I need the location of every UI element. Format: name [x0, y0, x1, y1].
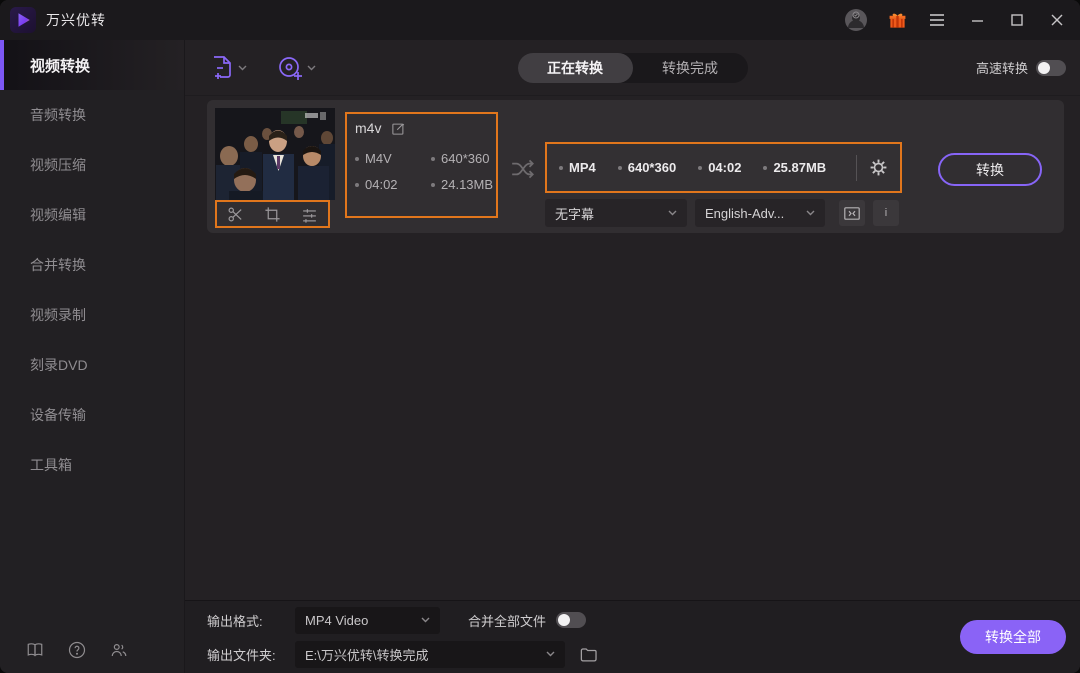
sidebar-item-audio-convert[interactable]: 音频转换 — [0, 90, 184, 140]
edit-tools-bar — [215, 200, 330, 228]
sidebar-item-video-edit[interactable]: 视频编辑 — [0, 190, 184, 240]
convert-button[interactable]: 转换 — [938, 153, 1042, 186]
file-card: m4v M4V 640*360 04:02 24.13MB MP4 640*36… — [207, 100, 1064, 233]
close-button[interactable] — [1046, 9, 1068, 31]
toolbar: 正在转换 转换完成 高速转换 — [185, 40, 1080, 96]
sidebar-item-label: 设备传输 — [30, 407, 86, 423]
source-info-panel: m4v M4V 640*360 04:02 24.13MB — [345, 112, 498, 218]
chevron-down-icon — [668, 210, 677, 216]
tab-label: 转换完成 — [662, 59, 718, 76]
status-tabs: 正在转换 转换完成 — [517, 52, 748, 83]
sidebar-item-label: 视频转换 — [30, 57, 91, 75]
audio-track-dropdown[interactable]: English-Adv... — [695, 199, 825, 227]
target-settings-gear-icon[interactable] — [869, 158, 888, 177]
tab-converting[interactable]: 正在转换 — [517, 52, 633, 83]
target-format: MP4 — [569, 160, 596, 175]
effects-sliders-icon[interactable] — [301, 206, 318, 223]
guide-book-icon[interactable] — [26, 641, 44, 659]
crop-icon[interactable] — [264, 206, 281, 223]
merge-all-label: 合并全部文件 — [468, 613, 547, 629]
target-size: 25.87MB — [773, 160, 827, 175]
source-resolution: 640*360 — [441, 151, 490, 166]
open-folder-icon[interactable] — [579, 645, 598, 664]
file-info-button[interactable]: i — [873, 200, 899, 226]
account-avatar-icon[interactable] — [844, 8, 868, 32]
app-title: 万兴优转 — [46, 12, 106, 28]
chevron-down-icon — [806, 210, 815, 216]
sidebar: 视频转换 音频转换 视频压缩 视频编辑 合并转换 视频录制 刻录DVD 设备传输… — [0, 40, 185, 673]
sidebar-item-burn-dvd[interactable]: 刻录DVD — [0, 340, 184, 390]
app-logo-icon — [10, 7, 36, 33]
convert-direction-icon — [510, 156, 536, 182]
sidebar-item-label: 视频编辑 — [30, 207, 86, 223]
sidebar-item-label: 合并转换 — [30, 257, 86, 273]
info-icon: i — [884, 207, 888, 219]
output-format-value: MP4 Video — [305, 612, 369, 628]
sidebar-item-device-transfer[interactable]: 设备传输 — [0, 390, 184, 440]
sidebar-item-screen-record[interactable]: 视频录制 — [0, 290, 184, 340]
source-size: 24.13MB — [441, 177, 494, 192]
high-speed-label: 高速转换 — [975, 61, 1028, 76]
footer-bar: 输出格式: MP4 Video 合并全部文件 输出文件夹: E:\万兴优转\转换… — [185, 600, 1080, 673]
maximize-button[interactable] — [1006, 9, 1028, 31]
source-duration: 04:02 — [365, 177, 398, 192]
sidebar-item-label: 刻录DVD — [30, 357, 88, 373]
target-duration: 04:02 — [708, 160, 742, 175]
output-format-dropdown[interactable]: MP4 Video — [295, 606, 440, 634]
add-files-button[interactable] — [210, 55, 247, 81]
sidebar-item-video-compress[interactable]: 视频压缩 — [0, 140, 184, 190]
output-folder-value: E:\万兴优转\转换完成 — [305, 647, 429, 663]
sidebar-footer — [26, 641, 128, 659]
target-info-panel: MP4 640*360 04:02 25.87MB — [545, 142, 902, 193]
convert-all-button[interactable]: 转换全部 — [960, 620, 1066, 654]
community-icon[interactable] — [110, 641, 128, 659]
source-meta: M4V 640*360 04:02 24.13MB — [355, 151, 493, 192]
audio-dropdown-value: English-Adv... — [705, 205, 785, 221]
menu-icon[interactable] — [926, 9, 948, 31]
titlebar: 万兴优转 — [0, 0, 1080, 40]
file-name: m4v — [355, 120, 382, 136]
gift-icon[interactable] — [886, 9, 908, 31]
tab-label: 正在转换 — [547, 59, 603, 76]
sidebar-item-video-convert[interactable]: 视频转换 — [0, 40, 184, 90]
video-thumbnail[interactable] — [215, 108, 335, 200]
merge-all-section: 合并全部文件 — [468, 611, 587, 630]
minimize-button[interactable] — [966, 9, 988, 31]
sidebar-item-label: 视频录制 — [30, 307, 86, 323]
sidebar-item-label: 视频压缩 — [30, 157, 86, 173]
titlebar-controls — [844, 8, 1068, 32]
merge-all-toggle[interactable] — [556, 612, 587, 628]
source-format: M4V — [365, 151, 392, 166]
content: 正在转换 转换完成 高速转换 m4v M4V 640*360 04:02 24.… — [185, 40, 1080, 673]
load-dvd-button[interactable] — [277, 55, 316, 81]
chevron-down-icon — [238, 65, 247, 70]
work-area: m4v M4V 640*360 04:02 24.13MB MP4 640*36… — [185, 96, 1080, 600]
sidebar-item-merge-convert[interactable]: 合并转换 — [0, 240, 184, 290]
chevron-down-icon — [307, 65, 316, 70]
target-resolution: 640*360 — [627, 160, 677, 175]
rename-icon[interactable] — [391, 121, 406, 136]
subtitle-dropdown[interactable]: 无字幕 — [545, 199, 687, 227]
tab-finished[interactable]: 转换完成 — [633, 53, 748, 83]
sidebar-item-label: 音频转换 — [30, 107, 86, 123]
output-folder-dropdown[interactable]: E:\万兴优转\转换完成 — [295, 640, 565, 668]
high-speed-section: 高速转换 — [976, 58, 1066, 77]
sidebar-item-label: 工具箱 — [30, 457, 72, 473]
chevron-down-icon — [421, 617, 430, 623]
subtitle-dropdown-value: 无字幕 — [555, 206, 595, 222]
trim-scissors-icon[interactable] — [227, 206, 244, 223]
subtitle-edit-button[interactable] — [839, 200, 865, 226]
high-speed-toggle[interactable] — [1036, 59, 1066, 76]
sidebar-item-toolbox[interactable]: 工具箱 — [0, 440, 184, 490]
subtitle-audio-row: 无字幕 English-Adv... i — [545, 199, 899, 227]
help-icon[interactable] — [68, 641, 86, 659]
output-format-label: 输出格式: — [207, 613, 263, 629]
output-folder-label: 输出文件夹: — [207, 647, 276, 663]
chevron-down-icon — [546, 651, 555, 657]
app-window: 万兴优转 视频转换 音频转换 视频压缩 视频编辑 合并转换 视频录制 刻录DVD… — [0, 0, 1080, 673]
